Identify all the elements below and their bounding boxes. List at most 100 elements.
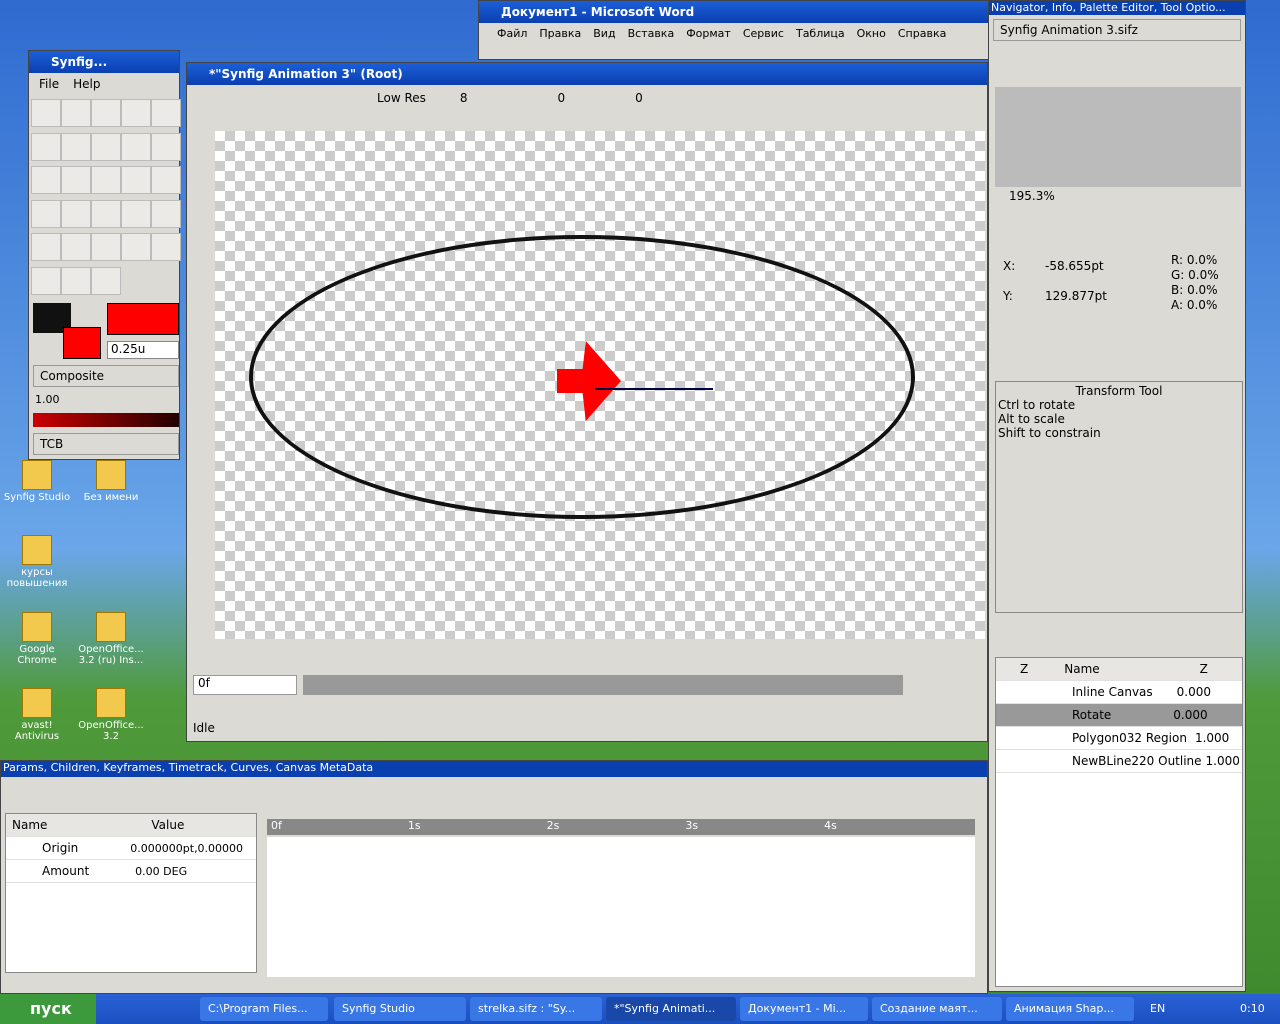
circle-tool-icon[interactable]: [31, 199, 61, 228]
desktop-icon[interactable]: Google Chrome: [2, 612, 72, 666]
layers-panel: Z Name Z Inline Canvas 0.000 Rotate 0.000 Po…: [995, 657, 1243, 987]
timetrack-ruler[interactable]: 0f 1s 2s 3s 4s: [267, 819, 975, 835]
new-icon[interactable]: [31, 99, 61, 127]
amount-slider[interactable]: 1.00: [33, 393, 179, 409]
tool-name: Transform Tool: [1075, 384, 1163, 398]
synfig-icon: [22, 460, 52, 490]
navigator-panel: Navigator, Info, Palette Editor, Tool Op…: [988, 0, 1246, 992]
layer-row[interactable]: Polygon032 Region 1.000: [996, 727, 1242, 750]
text-tool-icon[interactable]: [31, 266, 61, 295]
y-value: 129.877pt: [1045, 289, 1107, 303]
canvas-window[interactable]: *"Synfig Animation 3" (Root) Low Res 8 0 0 …: [186, 62, 988, 742]
undo-icon[interactable]: [31, 132, 61, 161]
rotate-tool-icon[interactable]: [121, 166, 151, 194]
star-tool-icon[interactable]: [91, 199, 121, 228]
canvas-select[interactable]: Synfig Animation 3.sifz: [993, 19, 1241, 41]
time-slider[interactable]: [303, 675, 903, 695]
clock: 0:10: [1240, 1002, 1265, 1015]
menu-item[interactable]: Файл: [497, 27, 527, 40]
onion-past[interactable]: 0: [558, 91, 566, 105]
menu-item[interactable]: Таблица: [796, 27, 845, 40]
lowres-label[interactable]: Low Res: [377, 91, 426, 105]
word-menubar: Файл Правка Вид Вставка Формат Сервис Таблица О…: [479, 23, 989, 45]
polygon-tool-icon[interactable]: [151, 199, 181, 228]
save-all-icon[interactable]: [151, 99, 181, 127]
desktop-icon[interactable]: курсы повышения: [2, 535, 72, 589]
rotate-handle[interactable]: [595, 388, 713, 390]
gradient-preview[interactable]: [33, 413, 179, 427]
menu-item[interactable]: Вставка: [628, 27, 675, 40]
taskbar-item[interactable]: *"Synfig Animati...: [606, 997, 736, 1021]
layer-row[interactable]: Rotate 0.000: [996, 704, 1242, 727]
menu-item[interactable]: Сервис: [743, 27, 784, 40]
navigator-preview[interactable]: [995, 87, 1241, 187]
desktop-icon[interactable]: Synfig Studio: [2, 460, 72, 503]
language-indicator[interactable]: EN: [1150, 1002, 1165, 1015]
menu-item[interactable]: Формат: [686, 27, 731, 40]
fill-tool-icon[interactable]: [61, 233, 91, 261]
taskbar-item[interactable]: Создание маят...: [872, 997, 1002, 1021]
draw-tool-icon[interactable]: [121, 233, 151, 261]
redo-icon[interactable]: [61, 132, 91, 161]
navigator-title: Navigator, Info, Palette Editor, Tool Op…: [989, 1, 1245, 15]
zoom-value: 195.3%: [1009, 189, 1055, 203]
help-menu[interactable]: Help: [73, 77, 100, 91]
scale-tool-icon[interactable]: [91, 166, 121, 194]
timetrack-area[interactable]: [267, 837, 975, 977]
zoom-tool-icon[interactable]: [91, 266, 121, 295]
open-icon[interactable]: [61, 99, 91, 127]
quality-field[interactable]: 8: [460, 91, 468, 105]
setup-icon[interactable]: [91, 132, 121, 161]
eyedrop-tool-icon[interactable]: [151, 233, 181, 261]
interp-select[interactable]: TCB: [33, 433, 179, 455]
param-row[interactable]: Origin 0.000000pt,0.00000: [6, 837, 256, 860]
desktop-icon[interactable]: Без имени: [76, 460, 146, 503]
work-area[interactable]: [215, 131, 985, 639]
width-field[interactable]: 0.25u: [107, 341, 179, 359]
desktop-icon[interactable]: avast! Antivirus: [2, 688, 72, 742]
spline-tool-icon[interactable]: [31, 233, 61, 261]
menu-item[interactable]: Окно: [857, 27, 886, 40]
word-window[interactable]: Документ1 - Microsoft Word Файл Правка Вид…: [478, 0, 990, 60]
rectangle-tool-icon[interactable]: [61, 199, 91, 228]
menu-item[interactable]: Справка: [898, 27, 946, 40]
params-panel: Params, Children, Keyframes, Timetrack, …: [0, 760, 988, 994]
tool-grid: [31, 99, 181, 299]
word-title: Документ1 - Microsoft Word: [479, 1, 989, 23]
sketch-tool-icon[interactable]: [61, 266, 91, 295]
param-row[interactable]: Amount 0.00 DEG: [6, 860, 256, 883]
canvas-toolbar: Low Res 8 0 0: [187, 85, 987, 111]
toolbox-window[interactable]: Synfig... File Help 0.25u Composite 1.00 …: [28, 50, 181, 460]
start-button[interactable]: пуск: [0, 994, 96, 1024]
help-icon[interactable]: [151, 132, 181, 161]
mirror-tool-icon[interactable]: [151, 166, 181, 194]
taskbar-item[interactable]: Synfig Studio: [334, 997, 466, 1021]
menu-item[interactable]: Вид: [593, 27, 615, 40]
taskbar-item[interactable]: Документ1 - Mi...: [740, 997, 868, 1021]
save-as-icon[interactable]: [121, 99, 151, 127]
cutout-tool-icon[interactable]: [91, 233, 121, 261]
gradient-swatch[interactable]: [107, 303, 179, 335]
params-table: Name Value Origin 0.000000pt,0.00000 Amoun…: [5, 813, 257, 973]
blend-select[interactable]: Composite: [33, 365, 179, 387]
menu-item[interactable]: Правка: [539, 27, 581, 40]
onion-future[interactable]: 0: [635, 91, 643, 105]
layer-row[interactable]: Inline Canvas 0.000: [996, 681, 1242, 704]
smooth-move-icon[interactable]: [61, 166, 91, 194]
taskbar: пуск C:\Program Files... Synfig Studio s…: [0, 994, 1280, 1024]
canvas-title: *"Synfig Animation 3" (Root): [187, 63, 987, 85]
taskbar-item[interactable]: Анимация Shap...: [1006, 997, 1134, 1021]
file-menu[interactable]: File: [39, 77, 59, 91]
desktop-icon[interactable]: OpenOffice... 3.2 (ru) Ins...: [76, 612, 146, 666]
taskbar-item[interactable]: strelka.sifz : "Sy...: [470, 997, 602, 1021]
tool-hint: Alt to scale: [998, 412, 1065, 426]
taskbar-item[interactable]: C:\Program Files...: [200, 997, 328, 1021]
time-field[interactable]: 0f: [193, 675, 297, 695]
desktop-icon[interactable]: OpenOffice... 3.2: [76, 688, 146, 742]
save-icon[interactable]: [91, 99, 121, 127]
gradient-tool-icon[interactable]: [121, 199, 151, 228]
fill-color[interactable]: [63, 327, 101, 359]
transform-tool-icon[interactable]: [31, 166, 61, 194]
layer-row[interactable]: NewBLine220 Outline 1.000: [996, 750, 1242, 773]
render-icon[interactable]: [121, 132, 151, 161]
